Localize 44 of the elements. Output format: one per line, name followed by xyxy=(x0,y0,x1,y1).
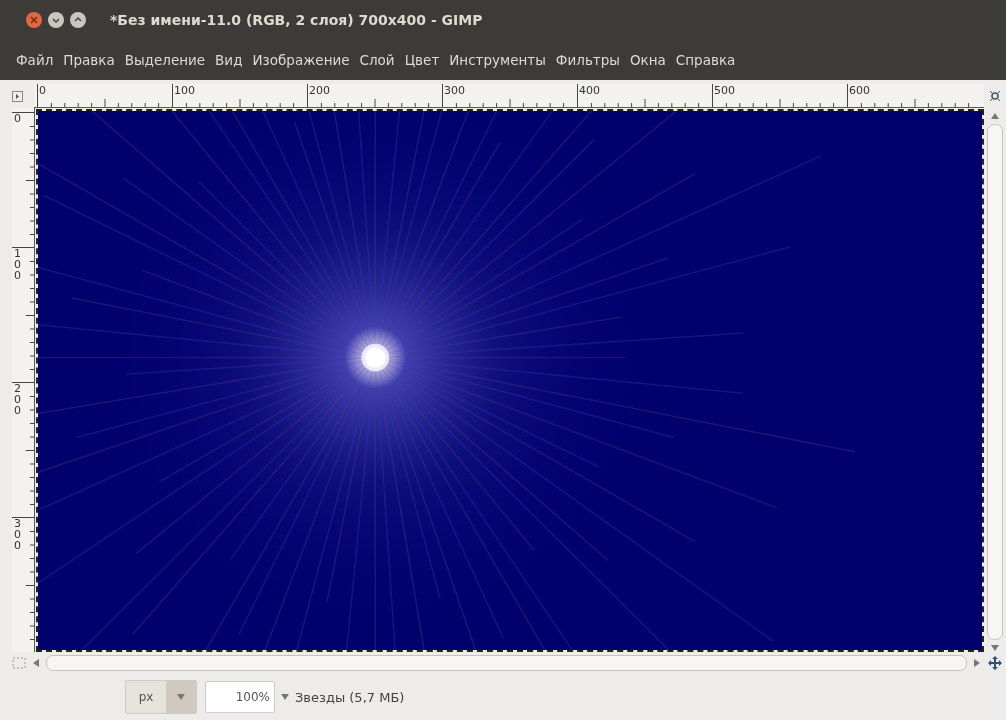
up-arrow-icon xyxy=(991,112,999,120)
ruler-label: 200 xyxy=(13,383,22,416)
menu-item[interactable]: Справка xyxy=(675,52,736,68)
down-arrow-icon xyxy=(991,644,999,652)
caret-icon xyxy=(177,693,185,701)
chevron-down-icon xyxy=(52,16,60,24)
minimize-button[interactable] xyxy=(48,12,64,28)
right-arrow-icon xyxy=(973,659,981,667)
ruler-label: 400 xyxy=(578,84,600,98)
menu-item[interactable]: Выделение xyxy=(124,52,206,68)
menu-item[interactable]: Слой xyxy=(359,52,395,68)
close-icon xyxy=(30,16,38,24)
zoom-field[interactable]: 100% xyxy=(205,681,275,713)
ruler-label: 300 xyxy=(443,84,465,98)
caret-icon xyxy=(281,693,289,701)
menu-item[interactable]: Окна xyxy=(629,52,666,68)
left-arrow-icon xyxy=(32,659,40,667)
maximize-button[interactable] xyxy=(70,12,86,28)
ruler-label: 300 xyxy=(13,518,22,551)
window-title: *Без имени-11.0 (RGB, 2 слоя) 700x400 - GIMP xyxy=(110,12,483,28)
menu-item[interactable]: Вид xyxy=(215,52,243,68)
horizontal-scrollbar[interactable] xyxy=(46,655,967,671)
unit-dropdown[interactable]: px xyxy=(125,680,197,714)
close-button[interactable] xyxy=(26,12,42,28)
menu-item[interactable]: Файл xyxy=(16,52,54,68)
ruler-label: 100 xyxy=(13,248,22,281)
menu-item[interactable]: Фильтры xyxy=(555,52,620,68)
ruler-label: 0 xyxy=(13,113,22,124)
menu-item[interactable]: Изображение xyxy=(252,52,350,68)
ruler-label: 0 xyxy=(38,84,46,98)
navigate-icon[interactable] xyxy=(987,655,1003,671)
ruler-label: 600 xyxy=(848,84,870,98)
zoom-dropdown-button[interactable] xyxy=(279,693,291,701)
status-text: Звезды (5,7 МБ) xyxy=(295,689,405,705)
zoom-icon[interactable] xyxy=(989,90,1001,102)
menu-item[interactable]: Правка xyxy=(63,52,115,68)
menu-item[interactable]: Цвет xyxy=(404,52,440,68)
ruler-label: 100 xyxy=(173,84,195,98)
chevron-up-icon xyxy=(74,16,82,24)
menu-item[interactable]: Инструменты xyxy=(449,52,546,68)
ruler-label: 200 xyxy=(308,84,330,98)
vertical-scrollbar[interactable] xyxy=(987,124,1003,640)
dropdown-arrow-button[interactable] xyxy=(166,681,196,713)
ruler-label: 500 xyxy=(713,84,735,98)
